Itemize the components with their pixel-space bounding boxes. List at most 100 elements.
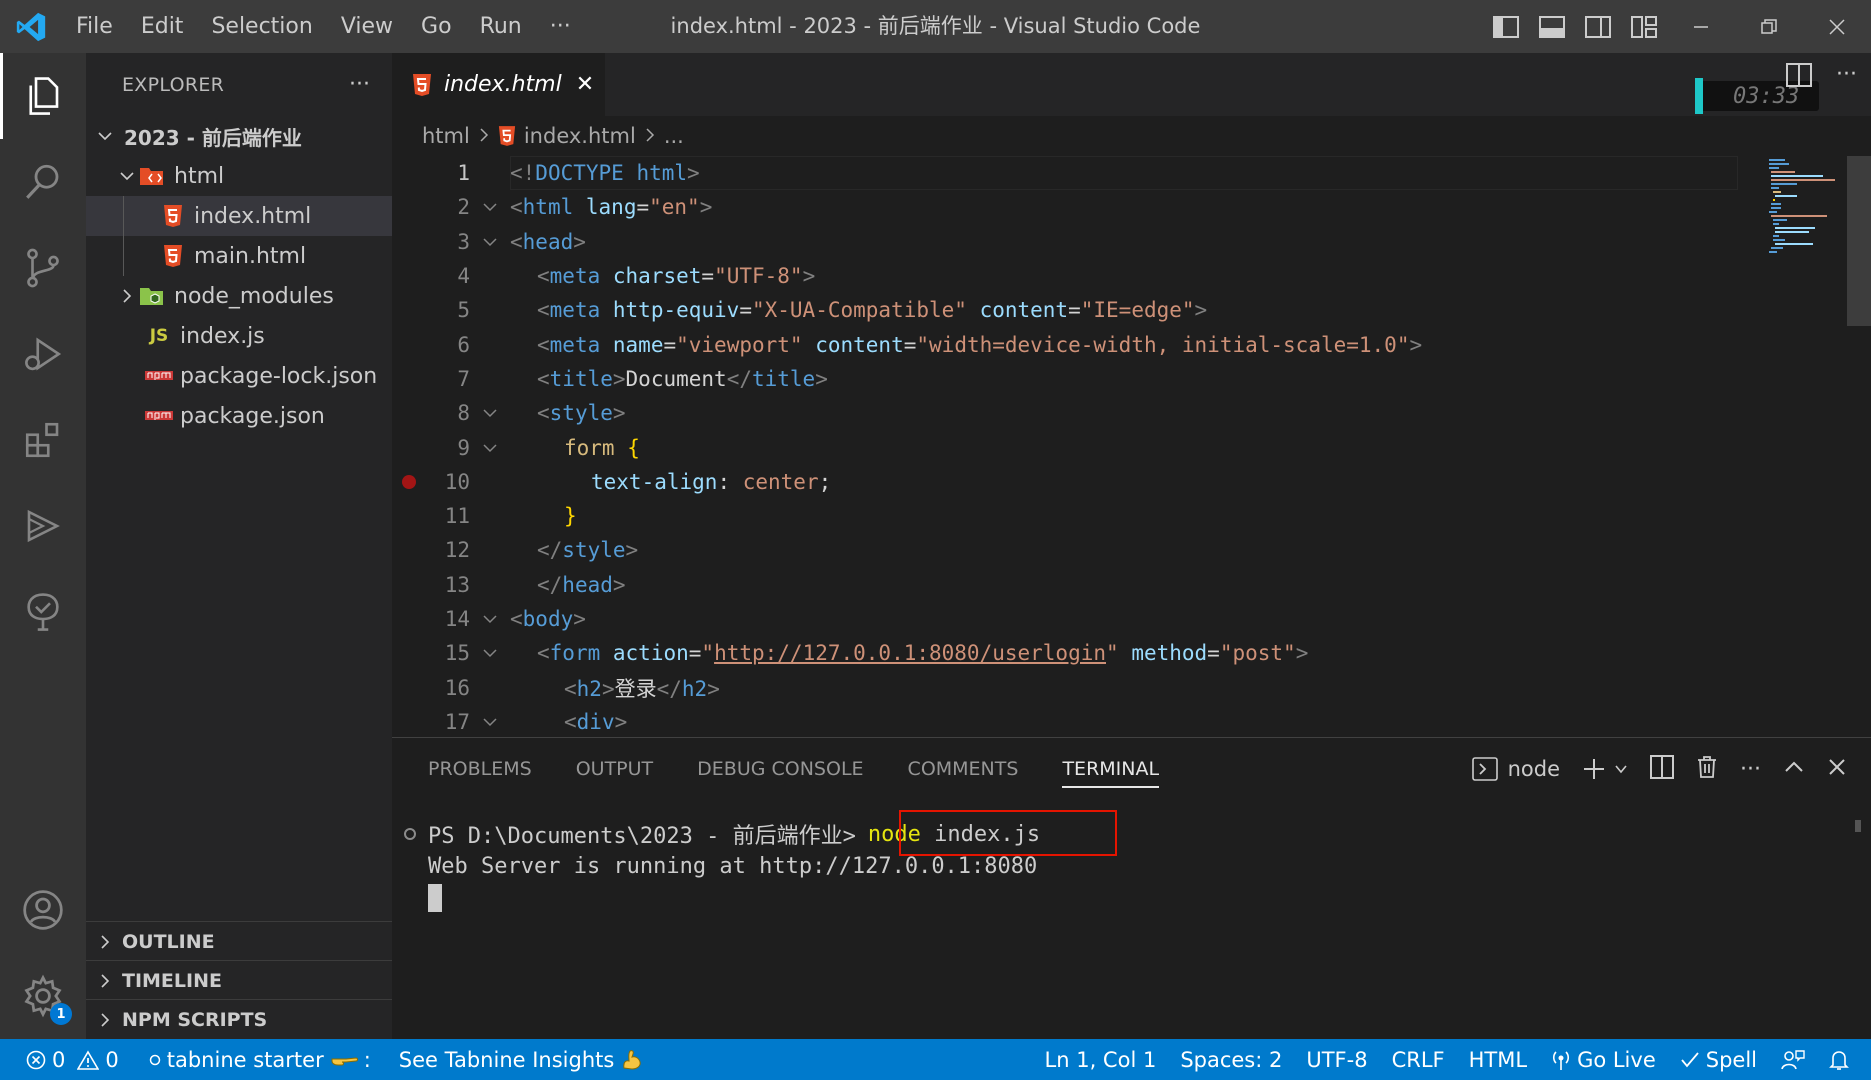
feedback-button[interactable] — [1769, 1039, 1817, 1080]
section-label: OUTLINE — [122, 930, 215, 953]
tabnine-status[interactable]: tabnine starter : — [131, 1039, 383, 1080]
code-text: } — [564, 504, 577, 529]
fold-chevron-icon[interactable] — [470, 236, 510, 248]
search-icon — [26, 164, 59, 199]
code-line[interactable]: 2 <html lang="en"> — [392, 190, 1871, 224]
breakpoint-icon[interactable] — [402, 474, 416, 489]
code-line[interactable]: 14 <body> — [392, 602, 1871, 636]
code-line[interactable]: 5 <meta http-equiv="X-UA-Compatible" cont… — [392, 293, 1871, 327]
terminal-output[interactable]: PS D:\Documents\2023 - 前后端作业> node index… — [392, 818, 1871, 914]
close-window-button[interactable] — [1803, 0, 1871, 53]
minimap[interactable] — [1765, 156, 1845, 266]
toggle-primary-sidebar-button[interactable] — [1483, 0, 1529, 53]
menu-edit[interactable]: Edit — [127, 0, 198, 53]
split-editor-button[interactable] — [1786, 63, 1813, 91]
editor-scrollbar[interactable] — [1847, 156, 1871, 326]
line-ending[interactable]: CRLF — [1380, 1039, 1457, 1080]
fold-chevron-icon[interactable] — [470, 407, 510, 419]
code-line[interactable]: 6 <meta name="viewport" content="width=de… — [392, 327, 1871, 361]
fold-chevron-icon[interactable] — [470, 442, 510, 454]
tab-close-button[interactable]: ✕ — [576, 72, 594, 97]
activity-accounts[interactable] — [0, 867, 86, 953]
fold-chevron-icon[interactable] — [470, 201, 510, 213]
menu-selection[interactable]: Selection — [197, 0, 326, 53]
activity-source-control[interactable] — [0, 225, 86, 311]
code-line[interactable]: 10 text-align: center; — [392, 465, 1871, 499]
code-line[interactable]: 12 </style> — [392, 533, 1871, 567]
code-line[interactable]: 15 <form action="http://127.0.0.1:8080/us… — [392, 636, 1871, 670]
activity-extensions[interactable] — [0, 397, 86, 483]
tabnine-insights-label: See Tabnine Insights — [398, 1047, 615, 1072]
tree-item-package-lock-json[interactable]: package-lock.json — [86, 356, 392, 396]
workspace-root[interactable]: 2023 - 前后端作业 — [86, 116, 392, 156]
tab-debug-console[interactable]: DEBUG CONSOLE — [697, 738, 863, 800]
activity-explorer[interactable] — [0, 53, 86, 139]
menu-run[interactable]: Run — [466, 0, 536, 53]
tree-item-package-json[interactable]: package.json — [86, 396, 392, 436]
menu-more[interactable]: ··· — [536, 0, 585, 53]
tree-item-index-js[interactable]: JS index.js — [86, 316, 392, 356]
restore-button[interactable] — [1735, 0, 1803, 53]
section-timeline[interactable]: TIMELINE — [86, 960, 392, 1000]
language-mode[interactable]: HTML — [1457, 1039, 1539, 1080]
code-line[interactable]: 4 <meta charset="UTF-8"> — [392, 259, 1871, 293]
fold-chevron-icon[interactable] — [470, 647, 510, 659]
problems-status[interactable]: 0 0 — [0, 1039, 131, 1080]
customize-layout-button[interactable] — [1621, 0, 1667, 53]
tab-index-html[interactable]: index.html ✕ — [392, 53, 605, 116]
fold-chevron-icon[interactable] — [470, 613, 510, 625]
activity-manage[interactable]: 1 — [0, 953, 86, 1039]
code-line[interactable]: 11} — [392, 499, 1871, 533]
fold-chevron-icon[interactable] — [470, 716, 510, 728]
toggle-secondary-sidebar-button[interactable] — [1575, 0, 1621, 53]
tree-item-html-folder[interactable]: html — [86, 156, 392, 196]
menu-go[interactable]: Go — [407, 0, 466, 53]
maximize-panel-button[interactable] — [1783, 756, 1805, 782]
section-npm-scripts[interactable]: NPM SCRIPTS — [86, 999, 392, 1039]
code-line[interactable]: 3 <head> — [392, 225, 1871, 259]
indentation[interactable]: Spaces: 2 — [1168, 1039, 1294, 1080]
tree-item-node-modules[interactable]: node_modules — [86, 276, 392, 316]
code-line[interactable]: 1 <!DOCTYPE html> — [392, 156, 1871, 190]
toggle-panel-button[interactable] — [1529, 0, 1575, 53]
code-line[interactable]: 9 form { — [392, 430, 1871, 464]
menu-view[interactable]: View — [327, 0, 407, 53]
tab-comments[interactable]: COMMENTS — [908, 738, 1019, 800]
split-terminal-button[interactable] — [1650, 755, 1675, 783]
terminal-selector[interactable]: node — [1471, 757, 1560, 781]
encoding[interactable]: UTF-8 — [1294, 1039, 1379, 1080]
close-panel-button[interactable] — [1827, 757, 1847, 781]
code-line[interactable]: 16 <h2>登录</h2> — [392, 670, 1871, 704]
kill-terminal-button[interactable] — [1696, 755, 1718, 783]
spell-check-button[interactable]: Spell — [1668, 1039, 1769, 1080]
breadcrumb-item[interactable]: html — [422, 124, 470, 148]
explorer-more-actions[interactable]: ··· — [349, 72, 370, 97]
section-outline[interactable]: OUTLINE — [86, 921, 392, 961]
menu-file[interactable]: File — [62, 0, 127, 53]
go-live-button[interactable]: Go Live — [1539, 1039, 1668, 1080]
activity-remote-explorer[interactable] — [0, 483, 86, 569]
code-editor[interactable]: 1 <!DOCTYPE html> 2 <html lang="en"> 3 <head>… — [392, 156, 1871, 737]
panel-more-actions[interactable]: ··· — [1740, 757, 1761, 782]
tree-item-main-html[interactable]: main.html — [86, 236, 392, 276]
tabnine-insights[interactable]: See Tabnine Insights — [383, 1039, 657, 1080]
activity-search[interactable] — [0, 139, 86, 225]
activity-run-debug[interactable] — [0, 311, 86, 397]
editor-more-actions[interactable]: ··· — [1836, 63, 1857, 91]
breadcrumb-item[interactable]: index.html — [524, 124, 636, 148]
tab-problems[interactable]: PROBLEMS — [428, 738, 532, 800]
minimize-button[interactable] — [1667, 0, 1735, 53]
activity-testing[interactable] — [0, 569, 86, 655]
terminal-scrollbar[interactable] — [1855, 820, 1861, 832]
tab-terminal[interactable]: TERMINAL — [1062, 738, 1159, 800]
breadcrumb-item[interactable]: ... — [664, 124, 684, 148]
code-line[interactable]: 17 <div> — [392, 705, 1871, 739]
notifications-button[interactable] — [1817, 1039, 1871, 1080]
code-line[interactable]: 7 <title>Document</title> — [392, 362, 1871, 396]
new-terminal-button[interactable] — [1582, 757, 1628, 781]
cursor-position[interactable]: Ln 1, Col 1 — [1033, 1039, 1169, 1080]
tab-output[interactable]: OUTPUT — [576, 738, 653, 800]
code-line[interactable]: 8 <style> — [392, 396, 1871, 430]
code-line[interactable]: 13 </head> — [392, 568, 1871, 602]
tree-item-index-html[interactable]: index.html — [86, 196, 392, 236]
